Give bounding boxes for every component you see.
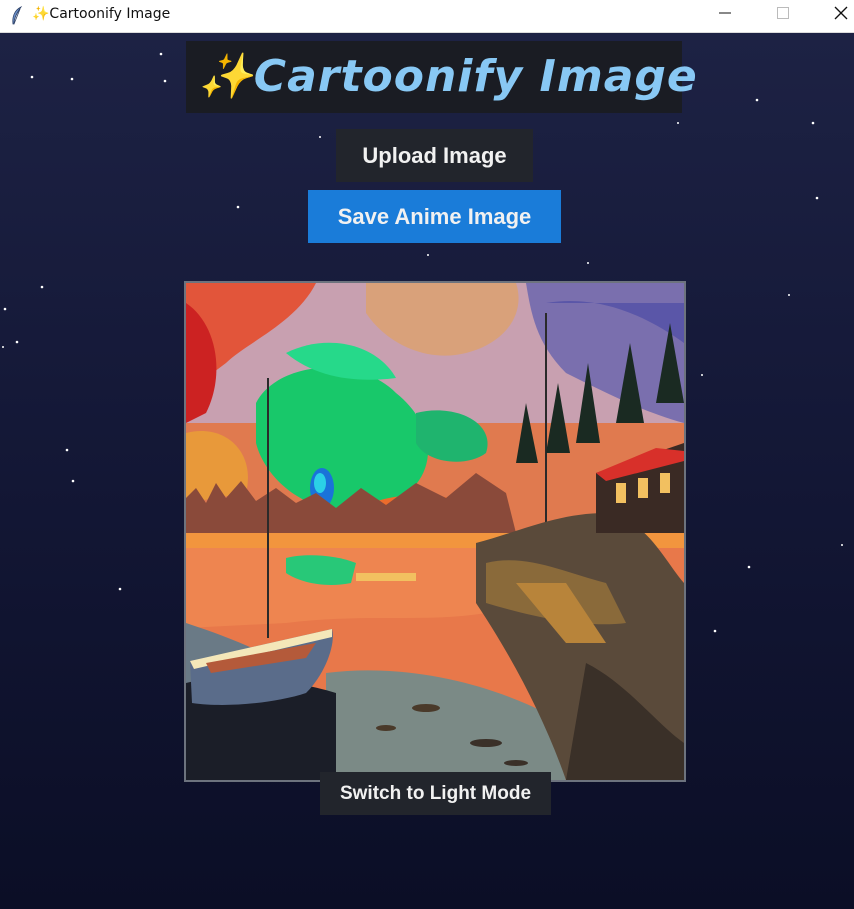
close-button[interactable] [818, 0, 854, 32]
maximize-button[interactable] [760, 0, 806, 32]
close-icon [834, 6, 848, 20]
window-title: ✨Cartoonify Image [32, 6, 171, 22]
cartoon-landscape-image [186, 283, 684, 780]
switch-to-light-mode-button[interactable]: Switch to Light Mode [320, 772, 551, 815]
feather-icon [12, 6, 23, 25]
window-titlebar: ✨Cartoonify Image [0, 0, 854, 33]
minimize-button[interactable] [702, 0, 748, 32]
maximize-icon [777, 7, 789, 19]
page-title: ✨Cartoonify Image [186, 41, 697, 113]
minimize-icon [719, 12, 731, 14]
upload-image-button[interactable]: Upload Image [336, 129, 533, 182]
cartoon-image-preview [184, 281, 686, 782]
save-anime-image-button[interactable]: Save Anime Image [308, 190, 561, 243]
app-canvas: ✨Cartoonify Image Upload Image Save Anim… [0, 33, 854, 909]
